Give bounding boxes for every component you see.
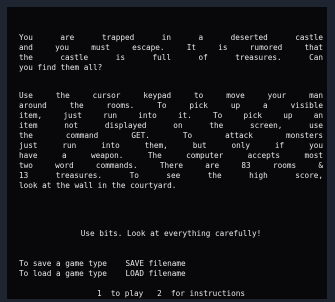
instructions-line: two word commands. There are 83 rooms & [19, 161, 323, 170]
instructions-line: just run into them, but only if you [19, 141, 323, 150]
tip-line: Use bits. Look at everything carefully! [80, 229, 262, 238]
instructions-text: Use the cursor keypad to move your man a… [19, 91, 323, 191]
instructions-line: item, just run into it. To pick up an [19, 111, 323, 120]
intro-text: You are trapped in a deserted castle and… [19, 33, 323, 73]
intro-line: the castle is full of treasures. Can [19, 53, 323, 62]
instructions-line: the command GET. To attack monsters [19, 131, 323, 140]
save-load-text: To save a game type SAVE filename To loa… [19, 259, 323, 279]
menu-prompt: 1 to play 2 for instructions [19, 289, 323, 299]
instructions-line: Use the cursor keypad to move your man [19, 91, 323, 100]
menu-prompt-line: 1 to play 2 for instructions [96, 289, 246, 298]
instructions-line: around the rooms. To pick up a visible [19, 101, 323, 110]
instructions-line: item not displayed on the screen, use [19, 121, 323, 130]
intro-line: You are trapped in a deserted castle [19, 33, 323, 42]
game-window: You are trapped in a deserted castle and… [0, 0, 335, 302]
intro-line: and you must escape. It is rumored that [19, 43, 323, 52]
game-screen[interactable]: You are trapped in a deserted castle and… [7, 7, 327, 299]
load-game-line: To load a game type LOAD filename [19, 269, 186, 278]
save-game-line: To save a game type SAVE filename [19, 259, 186, 268]
instructions-line: 13 treasures. To see the high score, [19, 171, 323, 180]
instructions-line: have a weapon. The computer accepts most [19, 151, 323, 160]
instructions-line: look at the wall in the courtyard. [19, 181, 177, 190]
tip-text: Use bits. Look at everything carefully! [19, 229, 323, 239]
intro-line: you find them all? [19, 63, 103, 72]
